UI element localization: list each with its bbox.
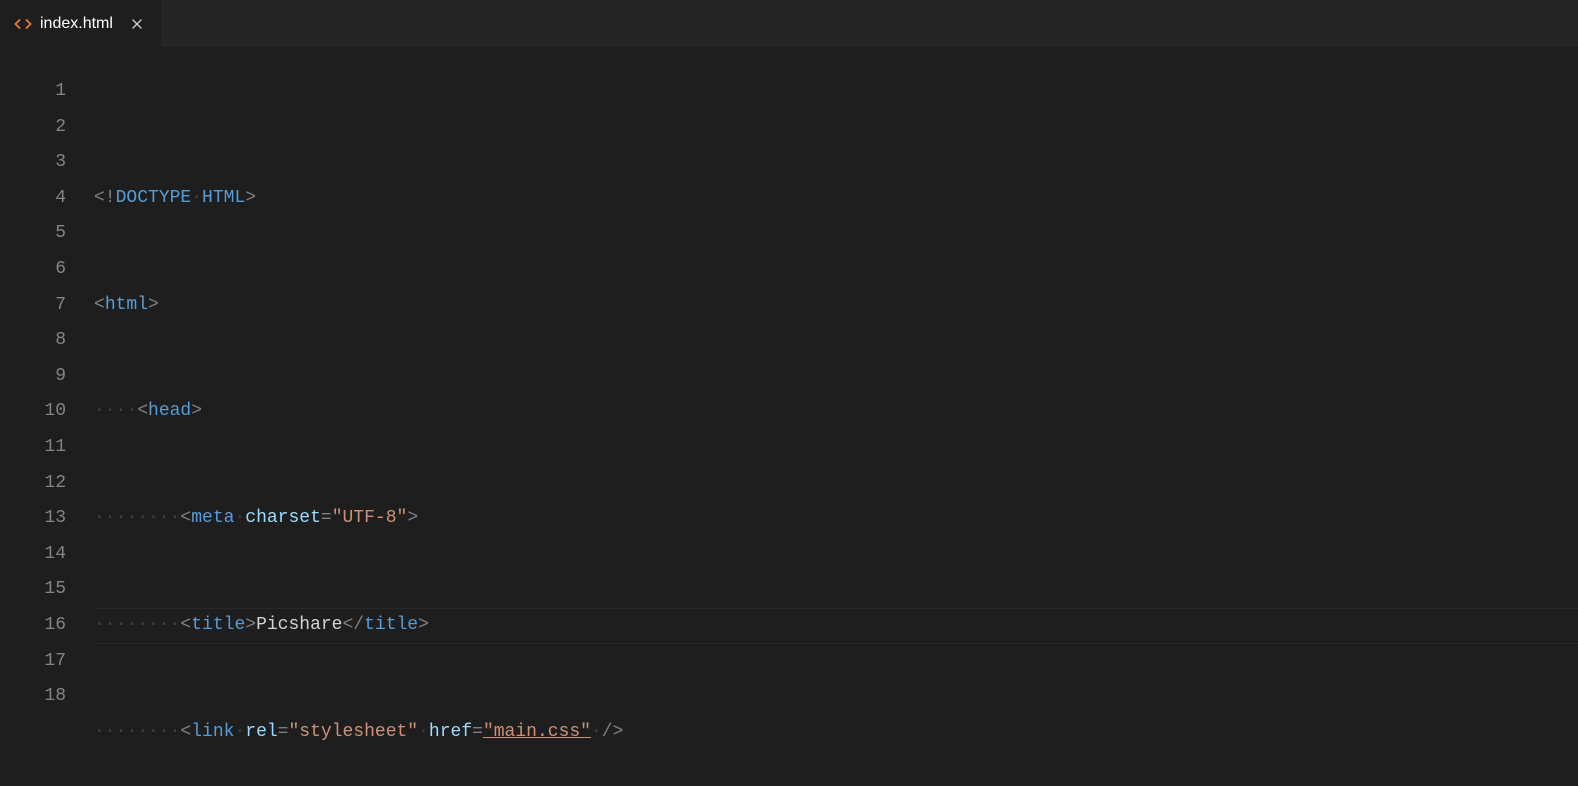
line-number: 7	[14, 288, 66, 324]
line-number: 13	[14, 501, 66, 537]
code-line[interactable]: ········<meta·charset="UTF-8">	[94, 501, 1578, 537]
line-number: 8	[14, 323, 66, 359]
line-number: 12	[14, 466, 66, 502]
line-number: 18	[14, 679, 66, 715]
code-line[interactable]: <!DOCTYPE·HTML>	[94, 181, 1578, 217]
editor[interactable]: 1 2 3 4 5 6 7 8 9 10 11 12 13 14 15 16 1…	[0, 48, 1578, 786]
line-number: 4	[14, 181, 66, 217]
close-icon[interactable]	[127, 14, 147, 34]
line-number: 1	[14, 74, 66, 110]
line-number: 2	[14, 110, 66, 146]
tab-label: index.html	[40, 15, 113, 33]
code-html-icon	[14, 15, 32, 33]
line-number: 5	[14, 216, 66, 252]
line-number: 17	[14, 644, 66, 680]
code-area[interactable]: <!DOCTYPE·HTML> <html> ····<head> ······…	[94, 48, 1578, 786]
line-number: 16	[14, 608, 66, 644]
line-number: 10	[14, 394, 66, 430]
code-line[interactable]: ········<title>Picshare</title>	[94, 608, 1578, 644]
tab-bar: index.html	[0, 0, 1578, 48]
line-number: 9	[14, 359, 66, 395]
line-number: 3	[14, 145, 66, 181]
line-number: 6	[14, 252, 66, 288]
line-number-gutter: 1 2 3 4 5 6 7 8 9 10 11 12 13 14 15 16 1…	[14, 48, 94, 786]
code-line[interactable]: <html>	[94, 288, 1578, 324]
code-line[interactable]: ····<head>	[94, 394, 1578, 430]
gutter-margin	[0, 48, 14, 786]
tab-index-html[interactable]: index.html	[0, 0, 161, 47]
line-number: 14	[14, 537, 66, 573]
line-number: 11	[14, 430, 66, 466]
line-number: 15	[14, 572, 66, 608]
code-line[interactable]: ········<link·rel="stylesheet"·href="mai…	[94, 715, 1578, 751]
